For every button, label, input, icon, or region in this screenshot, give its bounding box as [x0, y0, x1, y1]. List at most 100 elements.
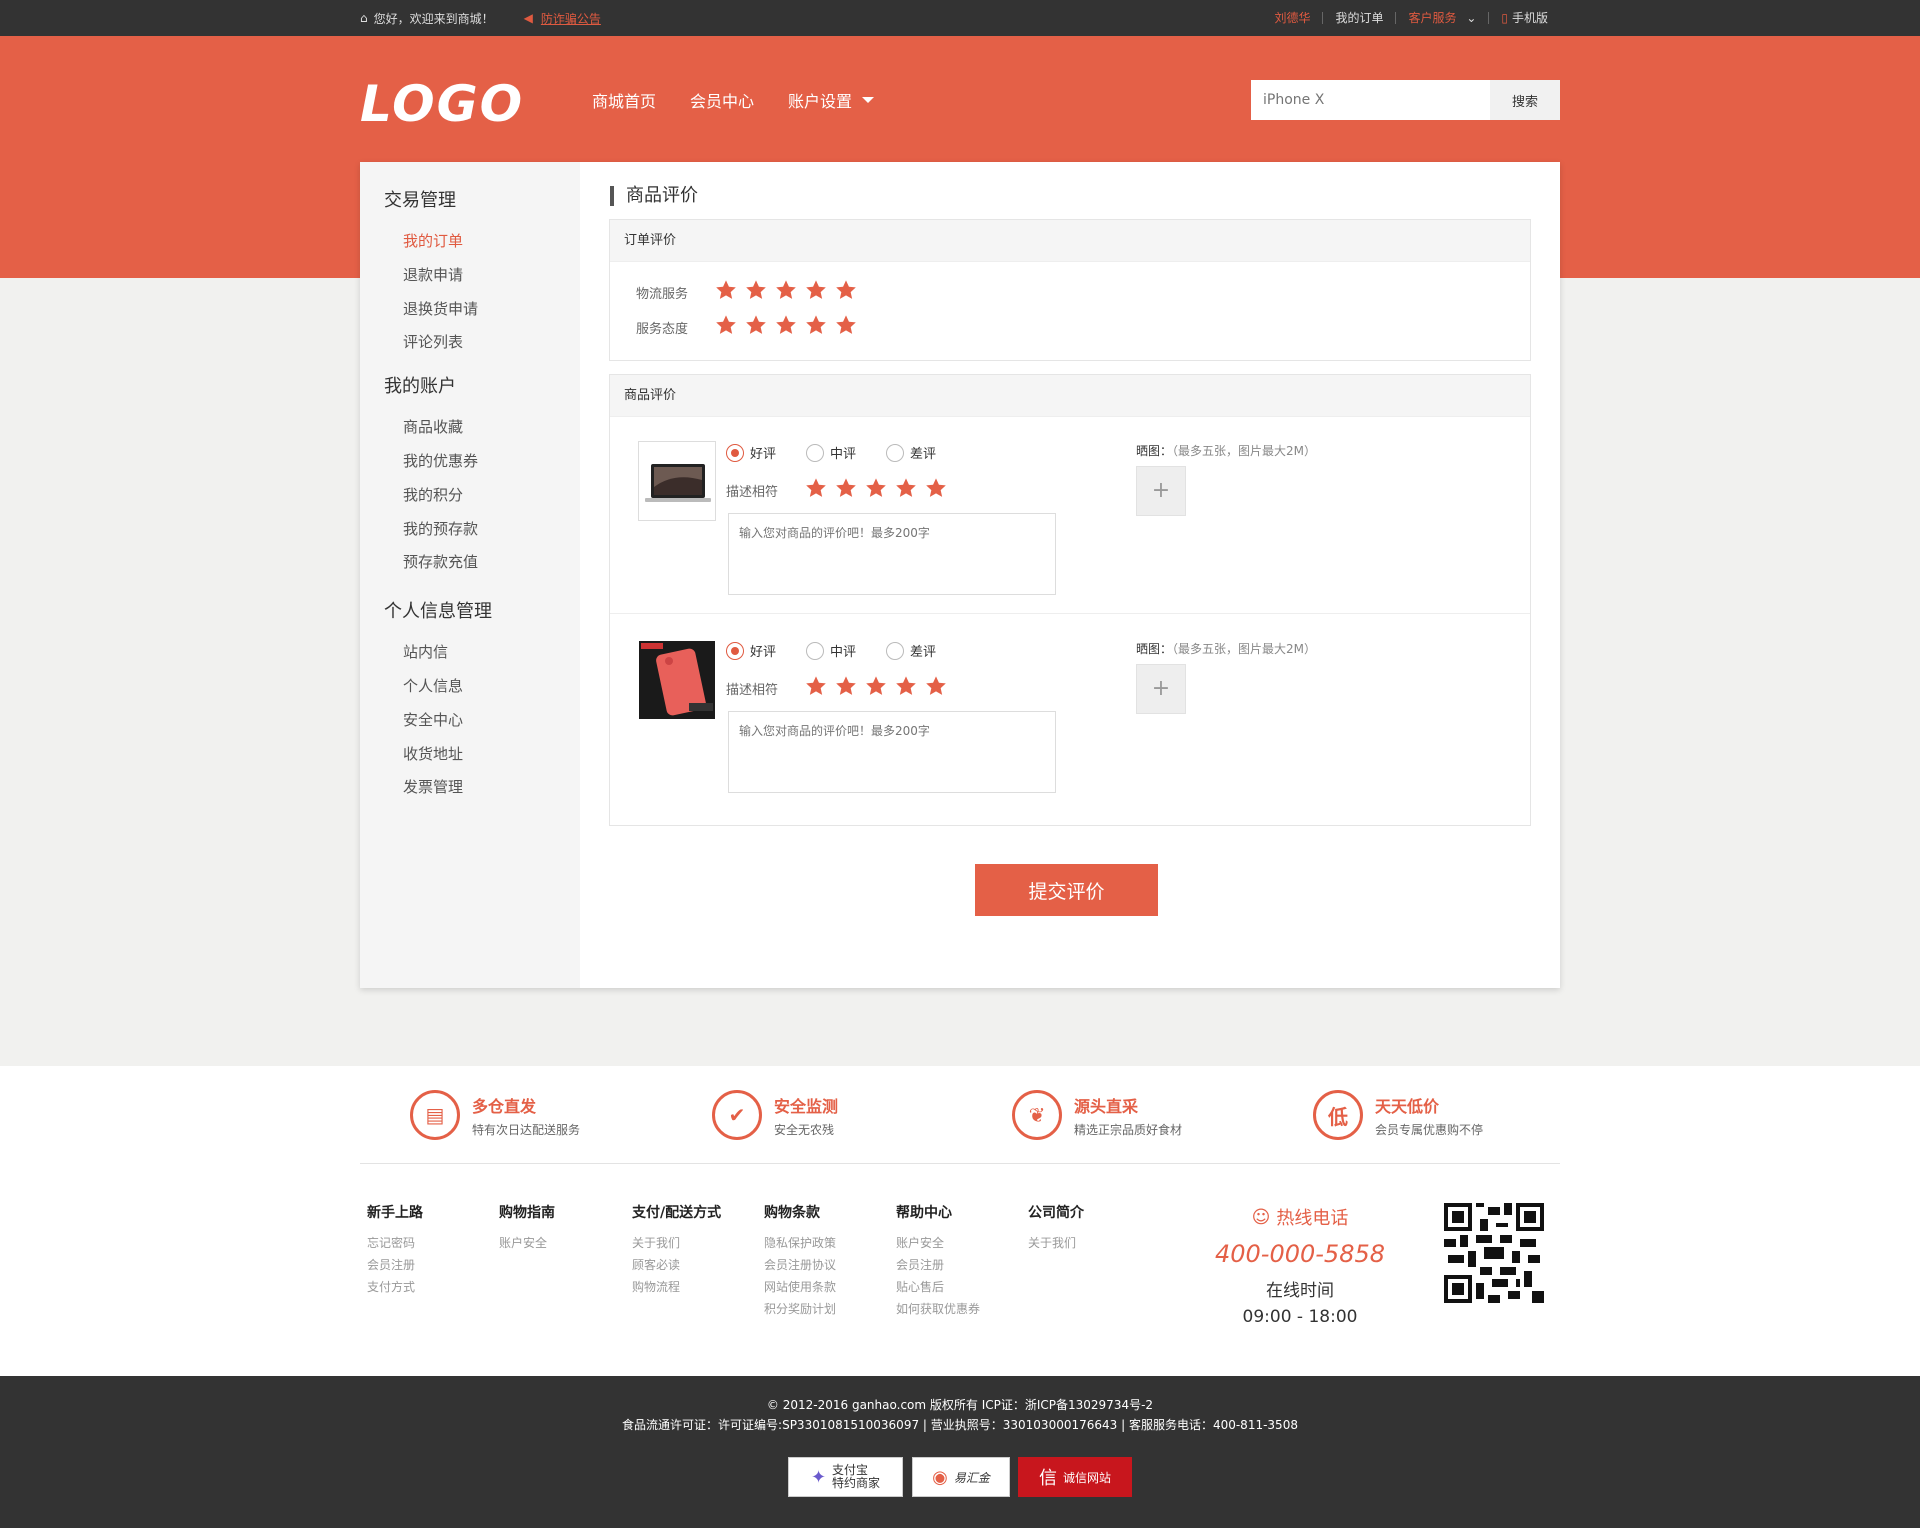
copyright-bar: © 2012-2016 ganhao.com 版权所有 ICP证：浙ICP备13…: [0, 1376, 1920, 1528]
sidebar-item-coupons[interactable]: 我的优惠券: [403, 450, 478, 471]
footer-link[interactable]: 购物流程: [632, 1276, 721, 1298]
yihuijin-badge[interactable]: ◉ 易汇金: [912, 1457, 1010, 1497]
footer-link[interactable]: 隐私保护政策: [764, 1232, 836, 1254]
user-name-link[interactable]: 刘德华: [1262, 12, 1322, 24]
rating-neutral[interactable]: 中评: [806, 443, 856, 462]
desc-match-stars[interactable]: [805, 477, 947, 499]
star-icon[interactable]: [805, 675, 827, 697]
footer-link[interactable]: 如何获取优惠券: [896, 1298, 980, 1320]
feature-desc: 特有次日达配送服务: [472, 1122, 581, 1137]
sidebar-item-invoice[interactable]: 发票管理: [403, 776, 463, 797]
feature-source: ❦ 源头直采 精选正宗品质好食材: [1012, 1090, 1182, 1140]
star-icon[interactable]: [925, 477, 947, 499]
sidebar-item-refund[interactable]: 退款申请: [403, 264, 463, 285]
star-icon[interactable]: [775, 314, 797, 336]
customer-service-menu[interactable]: 客户服务 ⌄: [1395, 12, 1488, 24]
footer-link[interactable]: 会员注册: [367, 1254, 423, 1276]
radio-bad[interactable]: [886, 443, 905, 462]
rating-bad[interactable]: 差评: [886, 443, 936, 462]
star-icon[interactable]: [775, 279, 797, 301]
radio-good[interactable]: [726, 641, 744, 660]
trust-site-badge[interactable]: 信 诚信网站: [1018, 1457, 1132, 1497]
footer-link[interactable]: 顾客必读: [632, 1254, 721, 1276]
home-icon[interactable]: ⌂: [360, 11, 368, 25]
mobile-version-link[interactable]: ▯ 手机版: [1488, 12, 1560, 24]
star-icon[interactable]: [745, 314, 767, 336]
phone-case-image[interactable]: [638, 640, 716, 720]
rating-good[interactable]: 好评: [726, 641, 776, 660]
footer-link[interactable]: 关于我们: [1028, 1232, 1084, 1254]
yihuijin-logo-icon: ◉: [932, 1466, 948, 1488]
sidebar-item-profile[interactable]: 个人信息: [403, 675, 463, 696]
rating-bad[interactable]: 差评: [886, 641, 936, 660]
sidebar-item-points[interactable]: 我的积分: [403, 484, 463, 505]
nav-member-center[interactable]: 会员中心: [690, 88, 754, 112]
star-icon[interactable]: [805, 477, 827, 499]
service-attitude-stars[interactable]: [715, 314, 857, 336]
review-textarea[interactable]: [728, 513, 1056, 595]
sidebar-item-deposit[interactable]: 我的预存款: [403, 518, 478, 539]
radio-bad[interactable]: [886, 641, 905, 660]
nav-account-settings[interactable]: 账户设置: [788, 88, 875, 112]
star-icon[interactable]: [715, 314, 737, 336]
footer-link[interactable]: 账户安全: [499, 1232, 555, 1254]
anti-fraud-notice-link[interactable]: 防诈骗公告: [541, 10, 601, 27]
footer-link[interactable]: 支付方式: [367, 1276, 423, 1298]
footer-column-title: 公司简介: [1028, 1205, 1084, 1221]
desc-match-stars[interactable]: [805, 675, 947, 697]
star-icon[interactable]: [895, 477, 917, 499]
copyright-line2: 食品流通许可证：许可证编号:SP3301081510036097 | 营业执照号…: [622, 1418, 1298, 1432]
sidebar-item-recharge[interactable]: 预存款充值: [403, 551, 478, 572]
my-orders-link[interactable]: 我的订单: [1322, 12, 1395, 24]
logistics-stars[interactable]: [715, 279, 857, 301]
footer-link[interactable]: 网站使用条款: [764, 1276, 836, 1298]
star-icon[interactable]: [865, 477, 887, 499]
sidebar-item-favorites[interactable]: 商品收藏: [403, 416, 463, 437]
footer-link[interactable]: 会员注册协议: [764, 1254, 836, 1276]
star-icon[interactable]: [835, 477, 857, 499]
radio-good[interactable]: [726, 443, 744, 462]
vegetable-icon: ❦: [1012, 1090, 1062, 1140]
rating-neutral[interactable]: 中评: [806, 641, 856, 660]
nav-home[interactable]: 商城首页: [592, 88, 656, 112]
laptop-image[interactable]: [638, 441, 716, 521]
star-icon[interactable]: [805, 314, 827, 336]
footer-link[interactable]: 贴心售后: [896, 1276, 980, 1298]
hotline: ☺ 热线电话 400-000-5858 在线时间 09:00 - 18:00: [1210, 1204, 1390, 1328]
search-button[interactable]: 搜索: [1490, 80, 1560, 120]
star-icon[interactable]: [835, 675, 857, 697]
star-icon[interactable]: [895, 675, 917, 697]
welcome-text: 您好，欢迎来到商城！: [373, 11, 494, 26]
sidebar-item-address[interactable]: 收货地址: [403, 743, 463, 764]
review-textarea[interactable]: [728, 711, 1056, 793]
add-photo-button[interactable]: +: [1136, 664, 1186, 714]
rating-good[interactable]: 好评: [726, 443, 776, 462]
star-icon[interactable]: [865, 675, 887, 697]
sidebar-item-return[interactable]: 退换货申请: [403, 298, 478, 319]
rating-neutral-label: 中评: [830, 645, 857, 660]
alipay-badge[interactable]: ✦ 支付宝 特约商家: [788, 1457, 903, 1497]
sidebar-item-security[interactable]: 安全中心: [403, 709, 463, 730]
sidebar-item-messages[interactable]: 站内信: [403, 641, 448, 662]
star-icon[interactable]: [715, 279, 737, 301]
footer-link[interactable]: 积分奖励计划: [764, 1298, 836, 1320]
site-logo[interactable]: LOGO: [360, 75, 524, 133]
star-icon[interactable]: [745, 279, 767, 301]
search-input[interactable]: [1251, 80, 1490, 120]
sidebar-item-reviews[interactable]: 评论列表: [403, 331, 463, 352]
star-icon[interactable]: [925, 675, 947, 697]
warehouse-icon: ▤: [410, 1090, 460, 1140]
submit-review-button[interactable]: 提交评价: [975, 864, 1158, 916]
sidebar-item-my-orders[interactable]: 我的订单: [403, 230, 463, 251]
add-photo-button[interactable]: +: [1136, 466, 1186, 516]
footer-link[interactable]: 账户安全: [896, 1232, 980, 1254]
radio-neutral[interactable]: [806, 443, 825, 462]
star-icon[interactable]: [835, 314, 857, 336]
feature-desc: 精选正宗品质好食材: [1074, 1122, 1183, 1137]
star-icon[interactable]: [835, 279, 857, 301]
footer-link[interactable]: 关于我们: [632, 1232, 721, 1254]
star-icon[interactable]: [805, 279, 827, 301]
footer-link[interactable]: 忘记密码: [367, 1232, 423, 1254]
footer-link[interactable]: 会员注册: [896, 1254, 980, 1276]
radio-neutral[interactable]: [806, 641, 825, 660]
